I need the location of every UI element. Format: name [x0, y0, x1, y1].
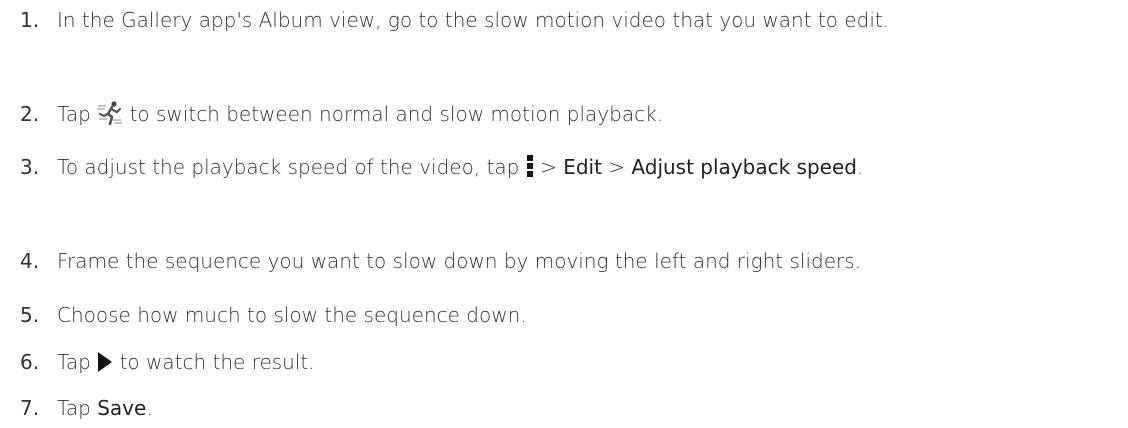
step-text: Tap to watch the result.: [57, 345, 1117, 383]
step-text-before: Tap: [57, 102, 91, 126]
period: .: [856, 155, 864, 179]
step-text: In the Gallery app's Album view, go to t…: [57, 8, 890, 32]
slow-motion-runner-icon: [97, 101, 123, 135]
save-label: Save: [97, 396, 147, 420]
step-text: Frame the sequence you want to slow down…: [57, 249, 862, 273]
step-text: Tap to switch between normal and slow mo…: [57, 97, 1117, 135]
adjust-playback-speed-label: Adjust playback speed: [631, 155, 857, 179]
step-text-before: Tap: [57, 396, 91, 420]
period: .: [146, 396, 153, 420]
step-text-after: to switch between normal and slow motion…: [129, 102, 664, 126]
step-number: 2.: [20, 102, 40, 126]
step-number: 6.: [20, 350, 40, 374]
play-icon: [97, 349, 113, 383]
step-text-after: to watch the result.: [119, 350, 315, 374]
separator: >: [608, 155, 626, 179]
step-number: 1.: [20, 8, 40, 32]
step-text: Choose how much to slow the sequence dow…: [57, 303, 527, 327]
step-text-before: To adjust the playback speed of the vide…: [57, 155, 520, 179]
step-text: Tap Save.: [57, 391, 1117, 425]
separator: >: [540, 155, 557, 179]
menu-dots-icon: [526, 154, 534, 188]
step-number: 7.: [20, 396, 40, 420]
edit-label: Edit: [563, 155, 602, 179]
instruction-list: 1. In the Gallery app's Album view, go t…: [0, 0, 1128, 428]
step-number: 4.: [20, 249, 40, 273]
step-number: 5.: [20, 303, 40, 327]
step-number: 3.: [20, 155, 40, 179]
step-text: To adjust the playback speed of the vide…: [57, 150, 1117, 188]
step-text-before: Tap: [57, 350, 91, 374]
